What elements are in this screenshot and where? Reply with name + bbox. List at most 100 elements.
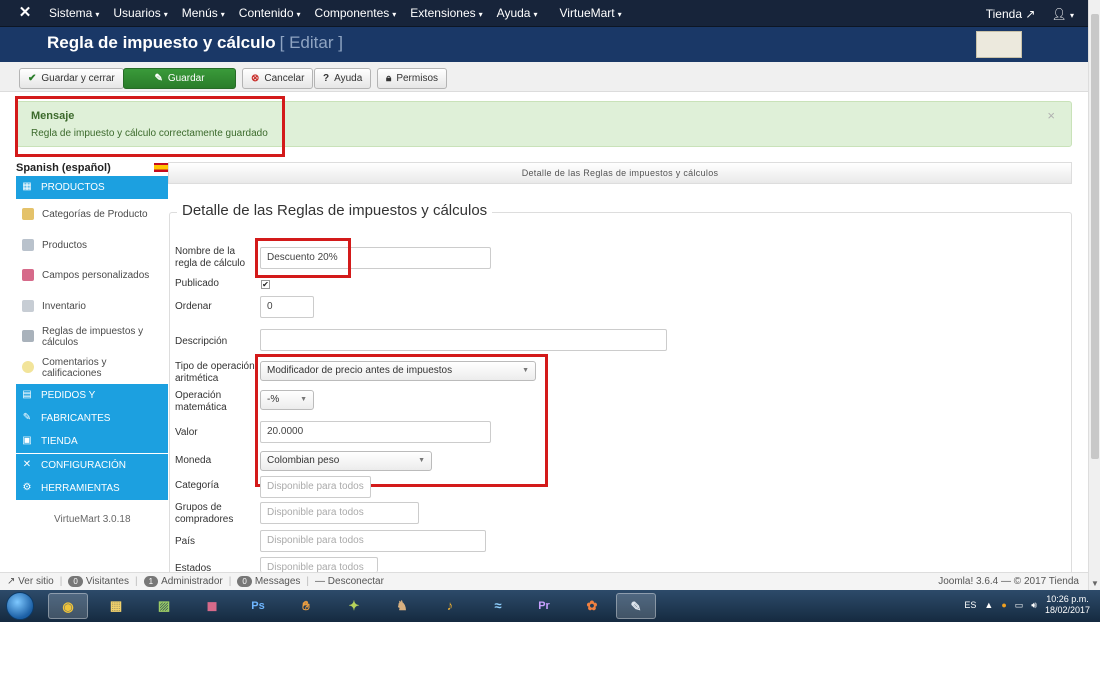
user-menu[interactable]: 👤︎ ▾ <box>1051 7 1074 21</box>
tray-expand-icon[interactable]: ▲ <box>984 600 993 610</box>
premiere-icon[interactable]: Pr <box>524 593 564 619</box>
image-editor-icon[interactable]: ▨ <box>144 593 184 619</box>
published-checkbox[interactable]: ✔ <box>261 280 270 289</box>
music-icon[interactable]: ♪ <box>430 593 470 619</box>
store-link[interactable]: Tienda ↗ <box>986 7 1036 21</box>
menu-menus[interactable]: Menús ▾ <box>175 0 232 27</box>
buyer-groups-label: Grupos de compradores <box>175 502 234 525</box>
chevron-down-icon: ▼ <box>522 367 529 374</box>
help-button[interactable]: ? Ayuda <box>314 68 372 89</box>
sidebar-section-label: CONFIGURACIÓN <box>41 460 126 471</box>
sidebar-section-store[interactable]: ▣ TIENDA <box>16 430 168 453</box>
wrench-icon: ✎ <box>22 412 32 423</box>
scrollbar-thumb[interactable] <box>1091 14 1099 459</box>
products-list-icon <box>22 239 34 251</box>
external-link-icon: ↗ <box>1025 6 1036 21</box>
sidebar-section-label: PEDIDOS Y <box>41 390 96 401</box>
sidebar-item-inventory[interactable]: Inventario <box>16 291 168 322</box>
states-label: Estados <box>175 563 212 572</box>
screen: ✕ Sistema ▾ Usuarios ▾ Menús ▾ Contenido ▾ C… <box>0 0 1100 688</box>
visitors-indicator[interactable]: 0 Visitantes <box>68 573 129 590</box>
operation-type-label: Tipo de operación aritmética <box>175 361 255 384</box>
sidebar-item-categories[interactable]: Categorías de Producto <box>16 199 168 230</box>
category-input[interactable]: Disponible para todos <box>260 476 371 498</box>
message-heading: Mensaje <box>31 110 75 122</box>
admin-indicator[interactable]: 1 Administrador <box>143 573 223 590</box>
language-indicator[interactable]: ES <box>964 600 976 610</box>
caret-down-icon: ▾ <box>163 10 168 19</box>
math-op-select[interactable]: -% ▼ <box>260 390 314 410</box>
country-label: País <box>175 536 196 547</box>
shark-icon[interactable]: ≈ <box>478 593 518 619</box>
sidebar-section-tools[interactable]: ⚙ HERRAMIENTAS <box>16 477 168 500</box>
menu-ayuda[interactable]: Ayuda ▾ <box>490 0 545 27</box>
sidebar-item-reviews[interactable]: Comentarios y calificaciones <box>16 352 168 383</box>
sidebar-item-products[interactable]: Productos <box>16 230 168 261</box>
name-input[interactable]: Descuento 20% <box>260 247 491 269</box>
scroll-down-icon[interactable]: ▼ <box>1091 579 1099 588</box>
menu-virtuemart[interactable]: VirtueMart ▾ <box>552 0 628 27</box>
messages-indicator[interactable]: 0 Messages <box>237 573 300 590</box>
sidebar-section-manufacturers[interactable]: ✎ FABRICANTES <box>16 407 168 430</box>
chevron-down-icon: ▼ <box>418 457 425 464</box>
footer-copyright: Joomla! 3.6.4 — © 2017 Tienda <box>938 576 1079 587</box>
menu-sistema[interactable]: Sistema ▾ <box>42 0 106 27</box>
logout-link[interactable]: — Desconectar <box>315 573 384 590</box>
joomla-logo-icon[interactable]: ✕ <box>17 5 33 21</box>
view-site-link[interactable]: ↗ Ver sitio <box>7 573 54 590</box>
sidebar-item-label: Comentarios y calificaciones <box>42 356 107 379</box>
cancel-button[interactable]: ⊗ Cancelar <box>242 68 314 89</box>
sidebar-item-label: Categorías de Producto <box>42 209 148 220</box>
sidebar-section-productos[interactable]: ▦ PRODUCTOS <box>16 176 168 199</box>
cancel-icon: ⊗ <box>251 73 260 84</box>
save-close-button[interactable]: ✔ Guardar y cerrar <box>19 68 124 89</box>
page-subtitle: [ Editar ] <box>279 33 343 52</box>
sidebar-item-custom-fields[interactable]: Campos personalizados <box>16 260 168 291</box>
caret-down-icon: ▾ <box>392 10 397 19</box>
sidebar-section-orders[interactable]: ▤ PEDIDOS Y <box>16 384 168 407</box>
permissions-button[interactable]: 🔒︎ Permisos <box>377 68 448 89</box>
menu-componentes[interactable]: Componentes ▾ <box>308 0 404 27</box>
view-site-label: Ver sitio <box>18 576 54 587</box>
sidebar-item-tax-rules[interactable]: Reglas de impuestos y cálculos <box>16 321 168 352</box>
file-manager-icon[interactable]: ▦ <box>96 593 136 619</box>
menu-label: Contenido <box>238 6 294 20</box>
tray-app-icon[interactable]: ● <box>1001 600 1006 610</box>
photoshop-icon[interactable]: Ps <box>238 593 278 619</box>
menu-usuarios[interactable]: Usuarios ▾ <box>106 0 174 27</box>
operation-type-select[interactable]: Modificador de precio antes de impuestos… <box>260 361 536 381</box>
page-scrollbar[interactable]: ▼ <box>1088 0 1100 590</box>
buyer-groups-input[interactable]: Disponible para todos <box>260 502 419 524</box>
menu-extensiones[interactable]: Extensiones ▾ <box>403 0 489 27</box>
description-input[interactable] <box>260 329 667 351</box>
tool2-icon[interactable]: ✿ <box>572 593 612 619</box>
paint-icon[interactable]: ✎ <box>616 593 656 619</box>
value-input[interactable]: 20.0000 <box>260 421 491 443</box>
order-input[interactable]: 0 <box>260 296 314 318</box>
currency-value: Colombian peso <box>267 455 340 466</box>
game-icon[interactable]: ♞ <box>382 593 422 619</box>
sidebar-section-configuration[interactable]: ✕ CONFIGURACIÓN <box>16 454 168 477</box>
start-button[interactable] <box>6 592 34 620</box>
save-button[interactable]: ✎ Guardar <box>123 68 236 89</box>
menu-contenido[interactable]: Contenido ▾ <box>232 0 308 27</box>
folder-icon <box>22 208 34 220</box>
network-icon[interactable]: ▭ <box>1015 600 1024 611</box>
spain-flag-icon[interactable] <box>154 163 168 172</box>
volume-icon[interactable]: 🔊︎ <box>1031 600 1037 611</box>
chrome-icon[interactable]: ◉ <box>48 593 88 619</box>
hand-icon[interactable]: ✋︎ <box>286 593 326 619</box>
close-icon[interactable]: × <box>1047 108 1055 123</box>
country-input[interactable]: Disponible para todos <box>260 530 486 552</box>
name-label: Nombre de la regla de cálculo <box>175 246 246 269</box>
tool-icon[interactable]: ✦ <box>334 593 374 619</box>
user-icon: 👤︎ <box>1051 6 1067 21</box>
message-text: Regla de impuesto y cálculo correctament… <box>31 128 268 139</box>
currency-select[interactable]: Colombian peso ▼ <box>260 451 432 471</box>
status-bar: ↗ Ver sitio | 0 Visitantes | 1 Administrad… <box>0 572 1088 590</box>
clock-time: 10:26 p.m. <box>1046 594 1089 604</box>
caret-down-icon: ▾ <box>478 10 483 19</box>
clock[interactable]: 10:26 p.m. 18/02/2017 <box>1045 594 1090 616</box>
states-input[interactable]: Disponible para todos <box>260 557 378 572</box>
media-icon[interactable]: ◼ <box>192 593 232 619</box>
